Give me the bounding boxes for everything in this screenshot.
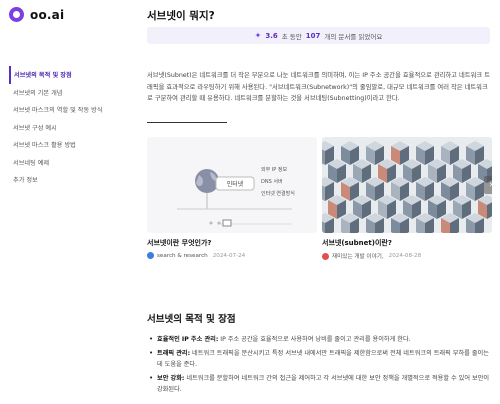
divider [147,122,227,123]
source-icon [322,252,329,260]
toc-item-purpose[interactable]: 서브넷의 목적 및 장점 [9,66,137,84]
source-card[interactable]: › 서브넷(subnet)이란? 재미있는 개발 이야기, 2024-08-28 [322,137,492,260]
source-icon [147,252,154,259]
server-rack-shape [416,177,434,201]
server-rack-shape [366,177,384,201]
server-rack-shape [322,141,334,165]
card-source: search & research [157,252,208,259]
bullet-text: IP 주소 공간을 효율적으로 사용하여 낭비를 줄이고 관리를 용이하게 한다… [218,336,411,343]
section-heading: 서브넷의 목적 및 장점 [147,314,236,325]
network-diagram-image: 인터넷 외부 IP 정보 DNS 서버 인터넷 연결방식 [177,166,295,227]
toc-item-basic-concept[interactable]: 서브넷의 기본 개념 [9,84,137,102]
server-rack-shape [416,213,434,233]
list-item: • 효율적인 IP 주소 관리: IP 주소 공간을 효율적으로 사용하여 낭비… [147,334,492,345]
server-rack-shape [366,141,384,165]
card-title[interactable]: 서브넷이란 무엇인가? [147,238,317,248]
logo-icon [9,7,24,22]
server-rack-shape [366,213,384,233]
card-date: 2024-07-24 [212,252,246,259]
server-rack-shape [466,213,484,233]
source-card[interactable]: 인터넷 외부 IP 정보 DNS 서버 인터넷 연결방식 서브넷이란 무엇인가?… [147,137,317,259]
bullet-icon: • [149,349,154,357]
bullet-text: 네트워크를 분할하여 네트워크 간의 접근을 제어하고 각 서브넷에 대한 보안… [157,375,490,393]
server-rack-shape [441,213,459,233]
server-rack-shape [353,195,371,219]
server-rack-shape [428,195,446,219]
server-rack-shape [441,141,459,165]
card-title[interactable]: 서브넷(subnet)이란? [322,238,492,248]
server-rack-shape [478,195,492,219]
server-rack-shape [378,159,396,183]
server-rack-shape [416,141,434,165]
server-rack-shape [341,177,359,201]
stats-bar: ✦ 3.6 초 동안 107 개의 문서를 읽었어요 [147,27,490,44]
card-thumbnail: › [322,137,492,233]
bullet-list: • 효율적인 IP 주소 관리: IP 주소 공간을 효율적으로 사용하여 낭비… [147,334,492,398]
server-rack-shape [466,177,484,201]
server-rack-shape [453,195,471,219]
server-rack-shape [341,141,359,165]
stats-seconds-unit: 초 동안 [281,32,302,41]
card-meta: search & research 2024-07-24 [147,252,317,259]
stats-docs-unit: 개의 문서를 읽었어요 [324,32,383,41]
card-date: 2024-08-28 [388,253,422,259]
server-rack-shape [403,159,421,183]
card-meta: 재미있는 개발 이야기, 2024-08-28 [322,252,492,260]
bullet-text: 네트워크 트래픽을 분산시키고 특정 서브넷 내에서만 트래픽을 제한함으로써 … [157,350,489,368]
toc-item-additional-info[interactable]: 추가 정보 [9,171,137,189]
top-bar: oo.ai 서브넷이 뭐지? [0,0,500,28]
sparkle-icon: ✦ [254,31,262,40]
image-label-3: 인터넷 연결방식 [261,190,295,197]
server-rack-shape [391,141,409,165]
server-racks-image [322,141,492,233]
server-rack-shape [378,195,396,219]
intro-paragraph: 서브넷(Subnet)은 네트워크를 더 작은 부분으로 나눈 네트워크를 의미… [147,72,490,102]
server-rack-shape [391,177,409,201]
server-rack-shape [328,195,346,219]
list-item: • 트래픽 관리: 네트워크 트래픽을 분산시키고 특정 서브넷 내에서만 트래… [147,348,492,370]
server-rack-shape [453,159,471,183]
server-rack-shape [322,177,334,201]
list-item: • 보안 강화: 네트워크를 분할하여 네트워크 간의 접근을 제어하고 각 서… [147,373,492,395]
server-rack-shape [328,159,346,183]
page-title: 서브넷이 뭐지? [147,10,215,22]
toc-item-config-example[interactable]: 서브넷 구성 예시 [9,119,137,137]
card-thumbnail: 인터넷 외부 IP 정보 DNS 서버 인터넷 연결방식 [147,137,317,233]
image-label-2: DNS 서버 [261,178,283,185]
stats-seconds: 3.6 [265,31,278,40]
logo-text: oo.ai [30,7,65,22]
image-label-center: 인터넷 [227,180,244,188]
server-rack-shape [391,213,409,233]
logo[interactable]: oo.ai [9,7,64,22]
server-rack-shape [441,177,459,201]
bullet-icon: • [149,335,154,343]
toc-item-mask-role[interactable]: 서브넷 마스크의 역할 및 작동 방식 [9,101,137,119]
card-source: 재미있는 개발 이야기, [332,254,384,260]
stats-docs: 107 [305,31,321,40]
bullet-icon: • [149,374,154,382]
toc-item-subnetting-example[interactable]: 서브네팅 예제 [9,154,137,172]
bullet-term: 효율적인 IP 주소 관리: [157,336,219,343]
server-rack-shape [466,141,484,165]
bullet-term: 트래픽 관리: [157,350,191,357]
server-rack-shape [353,159,371,183]
server-rack-shape [428,159,446,183]
server-rack-shape [403,195,421,219]
chevron-right-icon: › [489,180,492,190]
bullet-term: 보안 강화: [157,375,185,382]
server-rack-shape [341,213,359,233]
image-label-1: 외부 IP 정보 [261,166,287,173]
table-of-contents: 서브넷의 목적 및 장점 서브넷의 기본 개념 서브넷 마스크의 역할 및 작동… [9,66,137,189]
toc-item-mask-usage[interactable]: 서브넷 마스크 활용 방법 [9,136,137,154]
carousel-next-button[interactable]: › [484,176,492,194]
